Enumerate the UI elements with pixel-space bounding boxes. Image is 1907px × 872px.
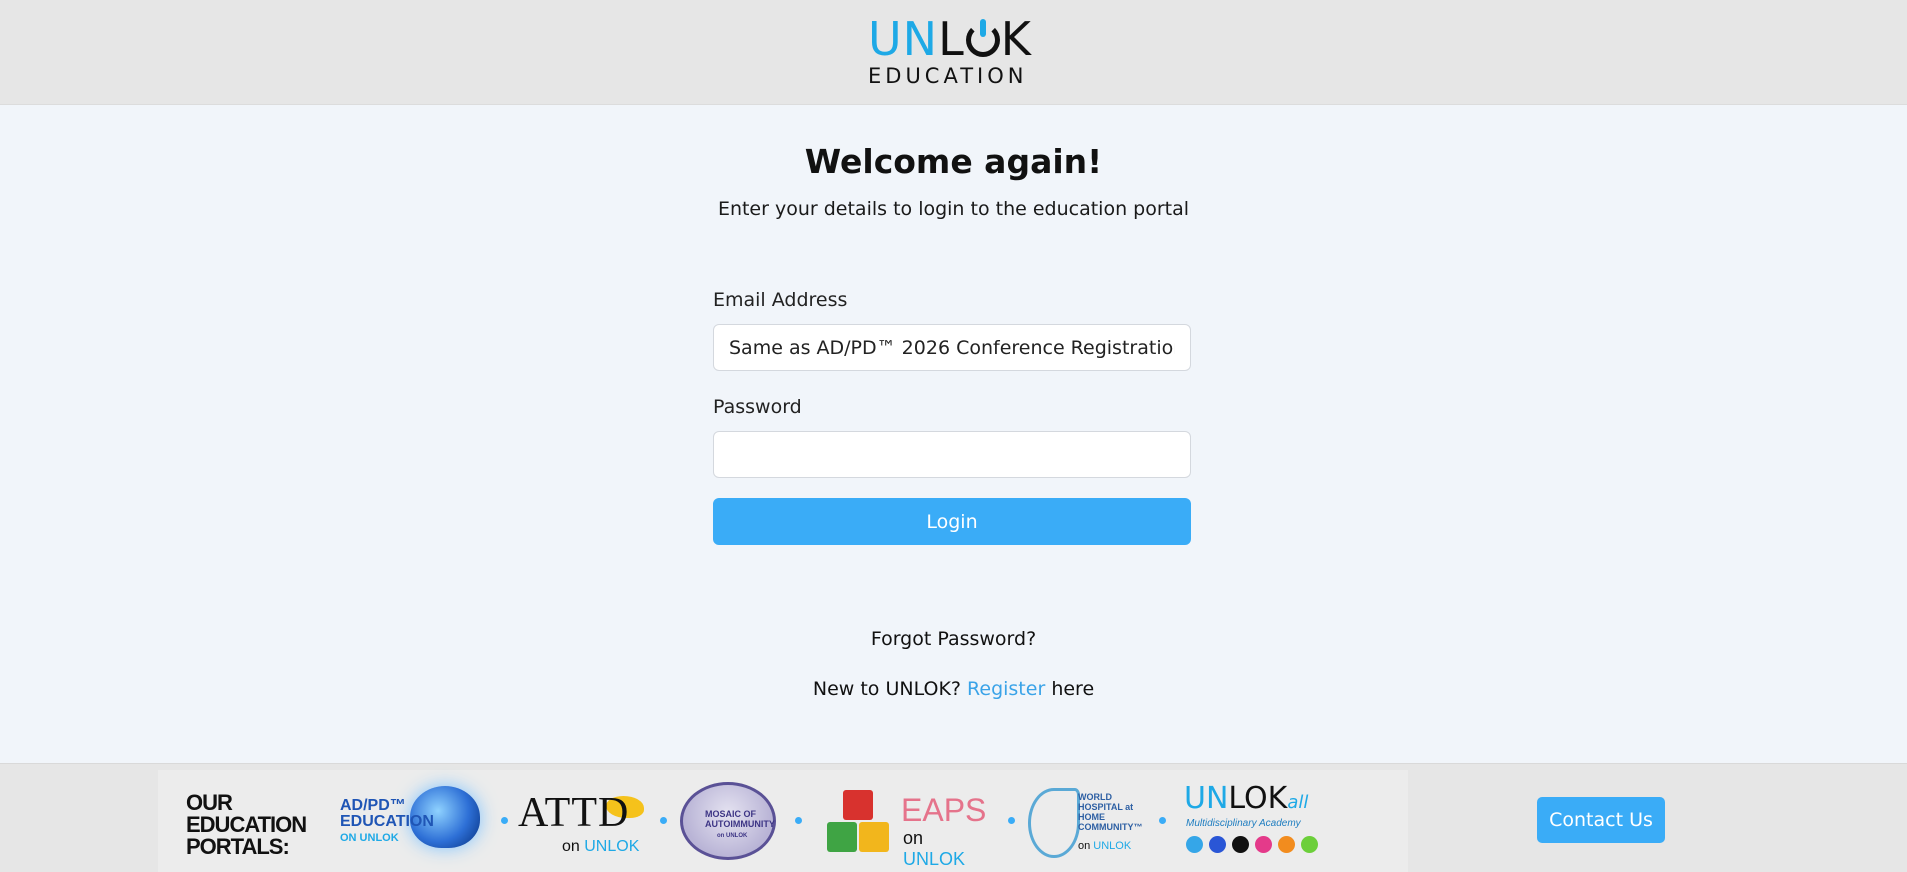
email-label: Email Address <box>713 289 848 311</box>
login-button[interactable]: Login <box>713 498 1191 545</box>
specialty-icon <box>1301 836 1319 853</box>
password-label: Password <box>713 396 802 418</box>
separator-dot <box>1008 817 1015 824</box>
register-line: New to UNLOK? Register here <box>0 678 1907 700</box>
portal-eaps-line2: on UNLOK <box>903 828 966 869</box>
portal-adpd-line2: EDUCATION <box>340 813 434 830</box>
specialty-icon <box>1186 836 1203 853</box>
register-prefix: New to UNLOK? <box>812 678 961 700</box>
portal-world-hospital-at-home[interactable]: WORLD HOSPITAL at HOME COMMUNITY™ on UNL… <box>1028 782 1148 862</box>
education-portals-strip: OUR EDUCATION PORTALS: AD/PD™ EDUCATION … <box>158 770 1408 872</box>
portal-mosaic-line2: on UNLOK <box>717 833 748 839</box>
portal-eaps[interactable]: EAPS on UNLOK <box>823 782 987 869</box>
forgot-password-link[interactable]: Forgot Password? <box>0 628 1907 650</box>
portal-attd-line2: on UNLOK <box>562 838 640 855</box>
specialty-icon <box>1232 836 1250 853</box>
page-title: Welcome again! <box>804 142 1103 181</box>
email-field[interactable] <box>713 324 1191 371</box>
portal-attd[interactable]: ATTD on UNLOK <box>518 782 648 862</box>
mosaic-globe-icon: MOSAIC OF AUTOIMMUNITY on UNLOK <box>680 782 776 860</box>
portal-adpd-line3: ON UNLOK <box>340 832 399 844</box>
logo-subtitle: EDUCATION <box>868 64 1028 88</box>
portal-adpd[interactable]: AD/PD™ EDUCATION ON UNLOK <box>340 782 490 862</box>
password-field[interactable] <box>713 431 1191 478</box>
separator-dot <box>1159 817 1166 824</box>
portal-unlokall-line2: Multidisciplinary Academy <box>1186 818 1301 829</box>
portal-unlokall-line1: UNLOKall <box>1184 781 1309 816</box>
portal-whh-line1: WORLD HOSPITAL at HOME COMMUNITY™ <box>1078 792 1143 832</box>
specialty-icon <box>1209 836 1227 853</box>
portal-eaps-line1: EAPS <box>901 792 987 828</box>
portal-adpd-line1: AD/PD™ <box>340 797 406 814</box>
house-icon <box>1028 788 1080 858</box>
portal-whh-line2: on UNLOK <box>1078 840 1132 852</box>
unlok-education-logo[interactable]: UNL K EDUCATION <box>868 12 1038 88</box>
contact-us-button[interactable]: Contact Us <box>1537 797 1665 843</box>
page-subtitle: Enter your details to login to the educa… <box>717 198 1190 220</box>
specialty-icon <box>1278 836 1296 853</box>
footer: OUR EDUCATION PORTALS: AD/PD™ EDUCATION … <box>0 763 1907 872</box>
register-suffix: here <box>1051 678 1095 700</box>
portal-mosaic-of-autoimmunity[interactable]: MOSAIC OF AUTOIMMUNITY on UNLOK <box>680 782 780 862</box>
separator-dot <box>795 817 802 824</box>
logo-wordmark: UNL K <box>868 12 1032 66</box>
portals-label: OUR EDUCATION PORTALS: <box>186 790 307 859</box>
specialty-icons <box>1186 834 1319 853</box>
portal-mosaic-line1: MOSAIC OF AUTOIMMUNITY <box>705 809 775 829</box>
separator-dot <box>501 817 508 824</box>
specialty-icon <box>1255 836 1273 853</box>
portal-attd-line1: ATTD <box>518 790 630 836</box>
blocks-icon <box>843 790 873 820</box>
separator-dot <box>660 817 667 824</box>
register-link[interactable]: Register <box>967 678 1045 700</box>
portal-unlok-all[interactable]: UNLOKall Multidisciplinary Academy <box>1184 782 1324 862</box>
power-icon <box>965 19 1000 57</box>
header: UNL K EDUCATION <box>0 0 1907 105</box>
